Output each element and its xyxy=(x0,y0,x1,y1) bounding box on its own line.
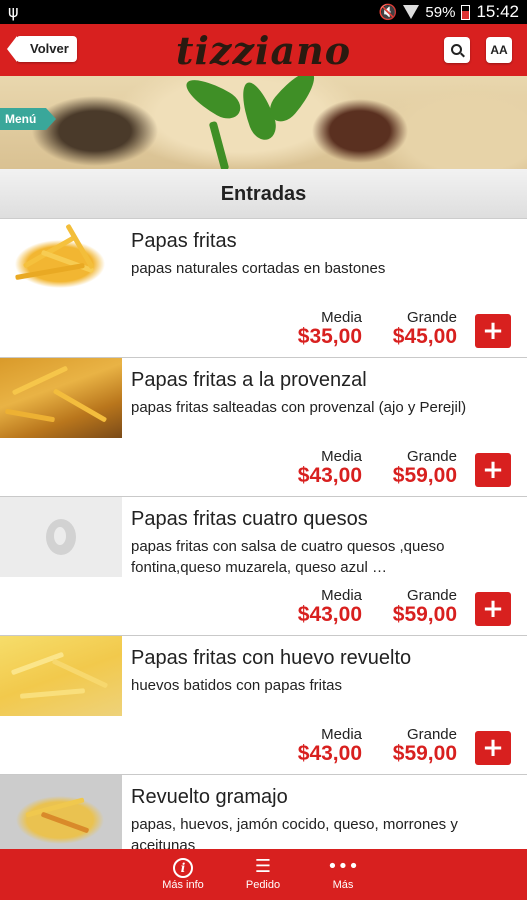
dish-photo xyxy=(0,219,122,299)
add-button[interactable]: + xyxy=(475,453,511,487)
price-grande: Grande $45,00 xyxy=(393,309,457,349)
price-grande-value: $59,00 xyxy=(392,603,457,626)
price-grande: Grande $59,00 xyxy=(393,587,457,627)
mute-icon: 🔇 xyxy=(378,3,398,21)
dish-description: huevos batidos con papas fritas xyxy=(131,677,342,694)
wifi-icon xyxy=(403,5,420,19)
dish-name: Papas fritas cuatro quesos xyxy=(131,508,368,530)
nav-label: Pedido xyxy=(245,879,281,891)
status-bar: ψ 🔇 59% 15:42 xyxy=(0,0,527,24)
nav-mas[interactable]: ••• Más xyxy=(308,855,378,891)
price-media-value: $43,00 xyxy=(297,603,362,626)
dish-name: Papas fritas xyxy=(131,230,237,252)
bottom-nav: i Más info ☰ Pedido ••• Más xyxy=(0,849,527,900)
price-media: Media $43,00 xyxy=(298,726,362,766)
dish-list: Papas fritas papas naturales cortadas en… xyxy=(0,219,527,849)
price-grande-label: Grande xyxy=(406,309,457,326)
price-grande: Grande $59,00 xyxy=(393,448,457,488)
list-item[interactable]: Papas fritas papas naturales cortadas en… xyxy=(0,219,527,358)
battery-icon xyxy=(461,4,471,20)
nav-label: Más info xyxy=(162,879,204,891)
dish-description: papas fritas con salsa de cuatro quesos … xyxy=(131,538,445,576)
add-button[interactable]: + xyxy=(475,314,511,348)
dish-name: Revuelto gramajo xyxy=(131,786,288,808)
price-grande-value: $59,00 xyxy=(392,464,457,487)
dish-description: papas, huevos, jamón cocido, queso, morr… xyxy=(131,816,458,849)
list-item[interactable]: Papas fritas a la provenzal papas fritas… xyxy=(0,358,527,497)
dish-description: papas fritas salteadas con provenzal (aj… xyxy=(131,399,467,416)
banner-image xyxy=(0,76,527,169)
search-icon xyxy=(450,43,462,55)
list-item[interactable]: Revuelto gramajo papas, huevos, jamón co… xyxy=(0,775,527,849)
battery-percent: 59% xyxy=(425,3,456,21)
price-media: Media $43,00 xyxy=(298,587,362,627)
price-grande-value: $45,00 xyxy=(392,325,457,348)
list-item[interactable]: Papas fritas cuatro quesos papas fritas … xyxy=(0,497,527,636)
add-button[interactable]: + xyxy=(475,592,511,626)
price-media-label: Media xyxy=(321,726,362,743)
dish-name: Papas fritas a la provenzal xyxy=(131,369,367,391)
usb-icon: ψ xyxy=(8,2,19,21)
menu-tab[interactable]: Menú xyxy=(0,108,56,130)
font-size-button[interactable]: AA xyxy=(486,37,512,63)
dish-description: papas naturales cortadas en bastones xyxy=(131,260,386,277)
price-media-value: $43,00 xyxy=(297,464,362,487)
app-header: Volver tizziano AA xyxy=(0,24,527,76)
dish-photo-placeholder xyxy=(0,497,122,577)
dish-photo xyxy=(0,636,122,716)
list-item[interactable]: Papas fritas con huevo revuelto huevos b… xyxy=(0,636,527,775)
dish-photo xyxy=(0,358,122,438)
price-grande-label: Grande xyxy=(406,448,457,465)
more-icon: ••• xyxy=(327,856,359,877)
price-media-label: Media xyxy=(321,587,362,604)
info-icon: i xyxy=(148,855,218,879)
price-media-label: Media xyxy=(321,448,362,465)
search-button[interactable] xyxy=(444,37,470,63)
price-media-label: Media xyxy=(321,309,362,326)
clock: 15:42 xyxy=(476,2,519,21)
nav-label: Más xyxy=(332,879,354,891)
price-media-value: $43,00 xyxy=(297,742,362,765)
dish-name: Papas fritas con huevo revuelto xyxy=(131,647,412,669)
placeholder-icon xyxy=(46,519,76,555)
price-media-value: $35,00 xyxy=(297,325,362,348)
price-media: Media $43,00 xyxy=(298,448,362,488)
add-button[interactable]: + xyxy=(475,731,511,765)
list-icon: ☰ xyxy=(254,856,272,877)
price-grande: Grande $59,00 xyxy=(393,726,457,766)
dish-photo xyxy=(0,775,122,849)
price-grande-value: $59,00 xyxy=(392,742,457,765)
section-title: Entradas xyxy=(0,169,527,219)
parsley-leaf xyxy=(180,76,246,125)
nav-mas-info[interactable]: i Más info xyxy=(148,855,218,891)
nav-pedido[interactable]: ☰ Pedido xyxy=(228,855,298,891)
price-media: Media $35,00 xyxy=(298,309,362,349)
price-grande-label: Grande xyxy=(406,587,457,604)
price-grande-label: Grande xyxy=(406,726,457,743)
parsley-stem xyxy=(208,120,230,169)
